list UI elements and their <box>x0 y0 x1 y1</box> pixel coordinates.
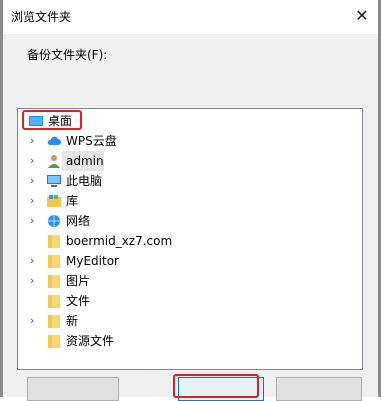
cancel-button[interactable] <box>276 377 362 401</box>
tree-item-folder[interactable]: › 图片 <box>18 271 362 291</box>
chevron-right-icon[interactable]: › <box>30 311 40 331</box>
tree-item-label: 文件 <box>66 294 91 308</box>
library-icon <box>46 193 62 209</box>
browse-folder-dialog: 浏览文件夹 ✕ 备份文件夹(F): 桌面 › WPS云盘 › admin › 此… <box>0 0 381 401</box>
title-bar: 浏览文件夹 ✕ <box>0 0 381 34</box>
tree-item-label: boermid_xz7.com <box>66 234 173 248</box>
tree-item-this-pc[interactable]: › 此电脑 <box>18 171 362 191</box>
tree-item-label: 网络 <box>66 214 91 228</box>
folder-icon <box>46 313 62 329</box>
tree-item-label: 新 <box>66 314 79 328</box>
backup-folder-label: 备份文件夹(F): <box>27 48 108 62</box>
window-title: 浏览文件夹 <box>11 10 72 24</box>
cloud-icon <box>46 133 62 149</box>
close-button[interactable]: ✕ <box>350 4 374 28</box>
chevron-right-icon[interactable]: › <box>30 271 40 291</box>
tree-item-label: MyEditor <box>66 254 119 268</box>
chevron-right-icon[interactable]: › <box>30 131 40 151</box>
tree-item-label: WPS云盘 <box>66 134 117 148</box>
tree-item-label: 资源文件 <box>66 334 115 348</box>
folder-icon <box>46 253 62 269</box>
annotation-highlight <box>173 374 259 398</box>
chevron-right-icon[interactable]: › <box>30 251 40 271</box>
folder-tree[interactable]: 桌面 › WPS云盘 › admin › 此电脑 › 库 › 网络 boermi… <box>17 108 363 370</box>
tree-item-admin[interactable]: › admin <box>18 151 362 171</box>
chevron-right-icon[interactable]: › <box>30 151 40 171</box>
annotation-highlight <box>22 110 82 130</box>
tree-item-libraries[interactable]: › 库 <box>18 191 362 211</box>
tree-item-label: 库 <box>66 194 79 208</box>
tree-item-folder[interactable]: 文件 <box>18 291 362 311</box>
folder-icon <box>46 333 62 349</box>
chevron-right-icon[interactable]: › <box>30 171 40 191</box>
tree-item-folder[interactable]: › 新 <box>18 311 362 331</box>
tree-item-label: 此电脑 <box>66 174 103 188</box>
user-icon <box>46 153 62 169</box>
tree-item-folder[interactable]: boermid_xz7.com <box>18 231 362 251</box>
tree-item-folder[interactable]: › MyEditor <box>18 251 362 271</box>
tree-item-folder[interactable]: 资源文件 <box>18 331 362 351</box>
network-icon <box>46 213 62 229</box>
chevron-right-icon[interactable]: › <box>30 191 40 211</box>
computer-icon <box>46 173 62 189</box>
folder-icon <box>46 233 62 249</box>
chevron-right-icon[interactable]: › <box>30 211 40 231</box>
tree-item-label: admin <box>66 154 104 168</box>
folder-icon <box>46 273 62 289</box>
folder-icon <box>46 293 62 309</box>
tree-item-label: 图片 <box>66 274 91 288</box>
new-folder-button[interactable] <box>27 377 119 401</box>
tree-item-network[interactable]: › 网络 <box>18 211 362 231</box>
tree-item-wps-cloud[interactable]: › WPS云盘 <box>18 131 362 151</box>
